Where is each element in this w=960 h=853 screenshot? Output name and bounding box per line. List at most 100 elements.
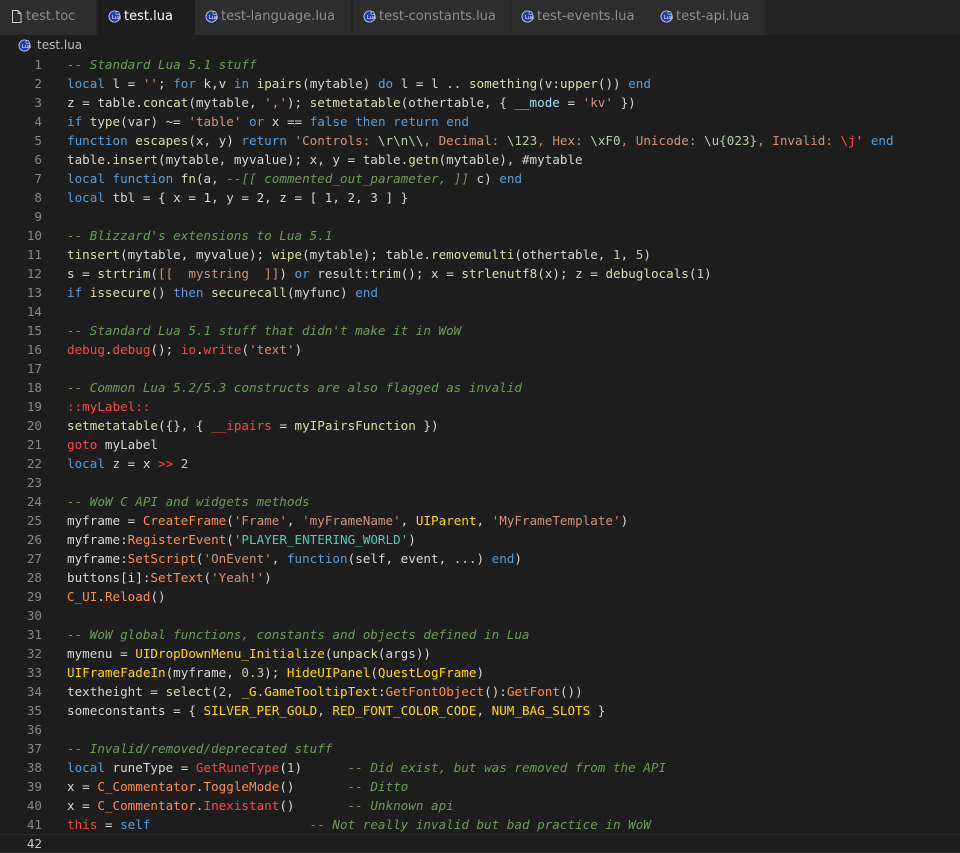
code-line[interactable]: 28 buttons[i]:SetText('Yeah!') — [0, 568, 960, 587]
code-line[interactable]: 39 x = C_Commentator.ToggleMode() -- Ditt… — [0, 777, 960, 796]
token-wow_api: CreateFrame — [142, 513, 227, 528]
code-line[interactable]: 13 if issecure() then securecall(myfunc) … — [0, 283, 960, 302]
code-line[interactable]: 1 -- Standard Lua 5.1 stuff — [0, 55, 960, 74]
token-string: , Invalid: — [757, 133, 841, 148]
code-line[interactable]: 15 -- Standard Lua 5.1 stuff that didn't … — [0, 321, 960, 340]
line-number: 2 — [34, 76, 42, 91]
token-text: ( — [211, 684, 219, 699]
line-number: 18 — [26, 380, 42, 395]
tab-test-toc[interactable]: test.toc — [0, 0, 96, 35]
code-line[interactable]: 8 local tbl = { x = 1, y = 2, z = [ 1, 2,… — [0, 188, 960, 207]
code-text: if type(var) ~= 'table' or x == false th… — [67, 112, 469, 131]
code-line[interactable]: 31 -- WoW global functions, constants and… — [0, 625, 960, 644]
code-line[interactable]: 14 — [0, 302, 960, 321]
code-line[interactable]: 29 C_UI.Reload() — [0, 587, 960, 606]
token-comment: -- Unknown api — [347, 798, 454, 813]
code-line[interactable]: 27 myframe:SetScript('OnEvent', function(… — [0, 549, 960, 568]
code-line[interactable]: 20 setmetatable({}, { __ipairs = myIPairs… — [0, 416, 960, 435]
code-line[interactable]: 17 — [0, 359, 960, 378]
code-editor[interactable]: 1 -- Standard Lua 5.1 stuff 2 local l = '';… — [0, 55, 960, 853]
code-line[interactable]: 42 — [0, 834, 960, 853]
code-line[interactable]: 7 local function fn(a, --[[ commented_out… — [0, 169, 960, 188]
tab-test-language-lua[interactable]: Lua test-language.lua — [195, 0, 351, 35]
token-keyword: function — [112, 171, 174, 186]
tab-label: test.lua — [124, 9, 173, 24]
token-string: 'myFrameName' — [302, 513, 401, 528]
code-line[interactable]: 19::myLabel:: — [0, 397, 960, 416]
code-text: -- WoW C API and widgets methods — [67, 492, 310, 511]
code-line[interactable]: 36 — [0, 720, 960, 739]
code-line[interactable]: 34 textheight = select(2, _G.GameTooltipT… — [0, 682, 960, 701]
line-number: 9 — [34, 209, 42, 224]
token-string: 'kv' — [582, 95, 613, 110]
token-text: mymenu = — [67, 646, 136, 661]
token-invalid: __ipairs — [211, 418, 272, 433]
code-line[interactable]: 35 someconstants = { SILVER_PER_GOLD, RED… — [0, 701, 960, 720]
code-text: x = C_Commentator.Inexistant() -- Unknow… — [67, 796, 454, 815]
token-number: \u{023} — [704, 133, 758, 148]
code-line[interactable]: 6 table.insert(mytable, myvalue); x, y = … — [0, 150, 960, 169]
code-text: local runeType = GetRuneType(1) -- Did e… — [67, 758, 666, 777]
code-line[interactable]: 11 tinsert(mytable, myvalue); wipe(mytabl… — [0, 245, 960, 264]
tab-test-lua[interactable]: Lua test.lua — [98, 0, 195, 35]
token-text: ( — [150, 266, 159, 281]
breadcrumb[interactable]: Lua test.lua — [0, 35, 960, 57]
line-number: 25 — [26, 513, 42, 528]
code-line[interactable]: 12 s = strtrim([[ mystring ]]) or result:… — [0, 264, 960, 283]
code-line[interactable]: 10 -- Blizzard's extensions to Lua 5.1 — [0, 226, 960, 245]
code-line[interactable]: 21 goto myLabel — [0, 435, 960, 454]
token-string: 'text' — [249, 342, 295, 357]
code-line[interactable]: 9 — [0, 207, 960, 226]
token-function: myIPairsFunction — [294, 418, 416, 433]
code-line[interactable]: 2 local l = ''; for k,v in ipairs(mytable… — [0, 74, 960, 93]
code-line[interactable]: 5 function escapes(x, y) return 'Controls… — [0, 131, 960, 150]
token-text: , — [271, 551, 287, 566]
token-text: ) — [643, 247, 651, 262]
line-number: 8 — [34, 190, 42, 205]
code-line[interactable]: 33 UIFrameFadeIn(myframe, 0.3); HideUIPan… — [0, 663, 960, 682]
token-text: ); — [286, 95, 310, 110]
code-line[interactable]: 25 myframe = CreateFrame('Frame', 'myFram… — [0, 511, 960, 530]
line-number: 6 — [34, 152, 42, 167]
code-line[interactable]: 24 -- WoW C API and widgets methods — [0, 492, 960, 511]
line-number: 12 — [26, 266, 42, 281]
code-text: local z = x >> 2 — [67, 454, 188, 473]
token-wow_global: GameTooltipText — [264, 684, 378, 699]
code-line[interactable]: 4 if type(var) ~= 'table' or x == false t… — [0, 112, 960, 131]
token-text: () — [150, 589, 166, 604]
code-line[interactable]: 38 local runeType = GetRuneType(1) -- Did… — [0, 758, 960, 777]
code-text: myframe = CreateFrame('Frame', 'myFrameN… — [67, 511, 628, 530]
token-text: myLabel — [97, 437, 159, 452]
token-string: 'OnEvent' — [203, 551, 272, 566]
code-line[interactable]: 41 this = self -- Not really invalid but … — [0, 815, 960, 834]
code-line[interactable]: 37 -- Invalid/removed/deprecated stuff — [0, 739, 960, 758]
token-invalid: \j — [840, 133, 856, 148]
token-text: (var) ~= — [120, 114, 189, 129]
tab-test-api-lua[interactable]: Lua test-api.lua — [650, 0, 765, 35]
line-number: 30 — [26, 608, 42, 623]
token-text: , — [286, 513, 303, 528]
token-text: ()) — [597, 76, 629, 91]
code-line[interactable]: 30 — [0, 606, 960, 625]
code-line[interactable]: 3 z = table.concat(mytable, ','); setmeta… — [0, 93, 960, 112]
code-line[interactable]: 32 mymenu = UIDropDownMenu_Initialize(unp… — [0, 644, 960, 663]
token-keyword: for — [173, 76, 196, 91]
code-line[interactable]: 26 myframe:RegisterEvent('PLAYER_ENTERING… — [0, 530, 960, 549]
code-line[interactable]: 18 -- Common Lua 5.2/5.3 constructs are a… — [0, 378, 960, 397]
code-line[interactable]: 22 local z = x >> 2 — [0, 454, 960, 473]
token-text: = — [271, 418, 295, 433]
code-line[interactable]: 16 debug.debug(); io.write('text') — [0, 340, 960, 359]
token-text: (myframe, — [165, 665, 242, 680]
code-line[interactable]: 40 x = C_Commentator.Inexistant() -- Unkn… — [0, 796, 960, 815]
token-wow_global: _G — [241, 684, 257, 699]
token-keyword: end — [355, 285, 378, 300]
token-string: 'Frame' — [233, 513, 287, 528]
token-wow_global: SILVER_PER_GOLD — [203, 703, 318, 718]
code-line[interactable]: 23 — [0, 473, 960, 492]
tab-test-events-lua[interactable]: Lua test-events.lua — [511, 0, 650, 35]
token-text: ( — [370, 665, 378, 680]
tab-test-constants-lua[interactable]: Lua test-constants.lua — [353, 0, 510, 35]
